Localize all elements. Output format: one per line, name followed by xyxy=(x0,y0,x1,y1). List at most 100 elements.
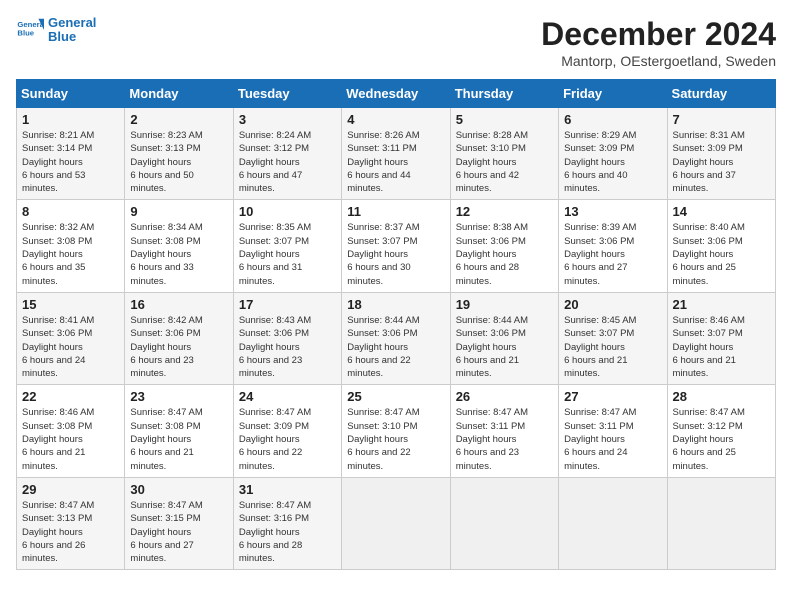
day-number: 11 xyxy=(347,204,444,219)
table-cell: 4 Sunrise: 8:26 AM Sunset: 3:11 PM Dayli… xyxy=(342,108,450,200)
table-cell: 2 Sunrise: 8:23 AM Sunset: 3:13 PM Dayli… xyxy=(125,108,233,200)
month-title: December 2024 xyxy=(541,16,776,53)
day-number: 18 xyxy=(347,297,444,312)
table-cell: 28 Sunrise: 8:47 AM Sunset: 3:12 PM Dayl… xyxy=(667,385,775,477)
calendar-row: 29 Sunrise: 8:47 AM Sunset: 3:13 PM Dayl… xyxy=(17,477,776,569)
day-info: Sunrise: 8:28 AM Sunset: 3:10 PM Dayligh… xyxy=(456,129,553,195)
table-cell: 26 Sunrise: 8:47 AM Sunset: 3:11 PM Dayl… xyxy=(450,385,558,477)
day-number: 27 xyxy=(564,389,661,404)
day-info: Sunrise: 8:46 AM Sunset: 3:07 PM Dayligh… xyxy=(673,314,770,380)
title-area: December 2024 Mantorp, OEstergoetland, S… xyxy=(541,16,776,69)
table-cell: 14 Sunrise: 8:40 AM Sunset: 3:06 PM Dayl… xyxy=(667,200,775,292)
day-info: Sunrise: 8:47 AM Sunset: 3:08 PM Dayligh… xyxy=(130,406,227,472)
table-cell xyxy=(667,477,775,569)
day-info: Sunrise: 8:46 AM Sunset: 3:08 PM Dayligh… xyxy=(22,406,119,472)
table-cell: 7 Sunrise: 8:31 AM Sunset: 3:09 PM Dayli… xyxy=(667,108,775,200)
table-cell: 19 Sunrise: 8:44 AM Sunset: 3:06 PM Dayl… xyxy=(450,292,558,384)
day-number: 5 xyxy=(456,112,553,127)
table-cell: 25 Sunrise: 8:47 AM Sunset: 3:10 PM Dayl… xyxy=(342,385,450,477)
day-info: Sunrise: 8:23 AM Sunset: 3:13 PM Dayligh… xyxy=(130,129,227,195)
table-cell: 11 Sunrise: 8:37 AM Sunset: 3:07 PM Dayl… xyxy=(342,200,450,292)
col-tuesday: Tuesday xyxy=(233,80,341,108)
day-number: 15 xyxy=(22,297,119,312)
day-number: 1 xyxy=(22,112,119,127)
day-info: Sunrise: 8:39 AM Sunset: 3:06 PM Dayligh… xyxy=(564,221,661,287)
day-number: 25 xyxy=(347,389,444,404)
table-cell: 1 Sunrise: 8:21 AM Sunset: 3:14 PM Dayli… xyxy=(17,108,125,200)
day-number: 10 xyxy=(239,204,336,219)
col-saturday: Saturday xyxy=(667,80,775,108)
table-cell: 31 Sunrise: 8:47 AM Sunset: 3:16 PM Dayl… xyxy=(233,477,341,569)
day-number: 29 xyxy=(22,482,119,497)
logo-icon: General Blue xyxy=(16,16,44,44)
day-info: Sunrise: 8:45 AM Sunset: 3:07 PM Dayligh… xyxy=(564,314,661,380)
day-info: Sunrise: 8:47 AM Sunset: 3:16 PM Dayligh… xyxy=(239,499,336,565)
table-cell: 6 Sunrise: 8:29 AM Sunset: 3:09 PM Dayli… xyxy=(559,108,667,200)
day-number: 22 xyxy=(22,389,119,404)
day-info: Sunrise: 8:44 AM Sunset: 3:06 PM Dayligh… xyxy=(456,314,553,380)
calendar-header-row: Sunday Monday Tuesday Wednesday Thursday… xyxy=(17,80,776,108)
day-info: Sunrise: 8:26 AM Sunset: 3:11 PM Dayligh… xyxy=(347,129,444,195)
table-cell: 10 Sunrise: 8:35 AM Sunset: 3:07 PM Dayl… xyxy=(233,200,341,292)
day-number: 2 xyxy=(130,112,227,127)
calendar-row: 1 Sunrise: 8:21 AM Sunset: 3:14 PM Dayli… xyxy=(17,108,776,200)
page-header: General Blue GeneralBlue December 2024 M… xyxy=(16,16,776,69)
table-cell xyxy=(342,477,450,569)
day-info: Sunrise: 8:37 AM Sunset: 3:07 PM Dayligh… xyxy=(347,221,444,287)
day-number: 21 xyxy=(673,297,770,312)
table-cell: 17 Sunrise: 8:43 AM Sunset: 3:06 PM Dayl… xyxy=(233,292,341,384)
table-cell: 29 Sunrise: 8:47 AM Sunset: 3:13 PM Dayl… xyxy=(17,477,125,569)
table-cell: 5 Sunrise: 8:28 AM Sunset: 3:10 PM Dayli… xyxy=(450,108,558,200)
day-number: 17 xyxy=(239,297,336,312)
day-info: Sunrise: 8:47 AM Sunset: 3:13 PM Dayligh… xyxy=(22,499,119,565)
day-number: 26 xyxy=(456,389,553,404)
day-info: Sunrise: 8:47 AM Sunset: 3:11 PM Dayligh… xyxy=(456,406,553,472)
table-cell: 16 Sunrise: 8:42 AM Sunset: 3:06 PM Dayl… xyxy=(125,292,233,384)
col-friday: Friday xyxy=(559,80,667,108)
day-info: Sunrise: 8:44 AM Sunset: 3:06 PM Dayligh… xyxy=(347,314,444,380)
table-cell xyxy=(559,477,667,569)
day-info: Sunrise: 8:31 AM Sunset: 3:09 PM Dayligh… xyxy=(673,129,770,195)
table-cell: 22 Sunrise: 8:46 AM Sunset: 3:08 PM Dayl… xyxy=(17,385,125,477)
calendar-table: Sunday Monday Tuesday Wednesday Thursday… xyxy=(16,79,776,570)
day-number: 19 xyxy=(456,297,553,312)
day-number: 9 xyxy=(130,204,227,219)
day-info: Sunrise: 8:43 AM Sunset: 3:06 PM Dayligh… xyxy=(239,314,336,380)
day-info: Sunrise: 8:47 AM Sunset: 3:09 PM Dayligh… xyxy=(239,406,336,472)
day-info: Sunrise: 8:40 AM Sunset: 3:06 PM Dayligh… xyxy=(673,221,770,287)
day-number: 20 xyxy=(564,297,661,312)
day-number: 6 xyxy=(564,112,661,127)
day-number: 23 xyxy=(130,389,227,404)
day-info: Sunrise: 8:29 AM Sunset: 3:09 PM Dayligh… xyxy=(564,129,661,195)
col-monday: Monday xyxy=(125,80,233,108)
day-info: Sunrise: 8:47 AM Sunset: 3:11 PM Dayligh… xyxy=(564,406,661,472)
day-info: Sunrise: 8:24 AM Sunset: 3:12 PM Dayligh… xyxy=(239,129,336,195)
day-info: Sunrise: 8:38 AM Sunset: 3:06 PM Dayligh… xyxy=(456,221,553,287)
logo-text: GeneralBlue xyxy=(48,16,96,45)
day-number: 8 xyxy=(22,204,119,219)
table-cell: 18 Sunrise: 8:44 AM Sunset: 3:06 PM Dayl… xyxy=(342,292,450,384)
day-info: Sunrise: 8:32 AM Sunset: 3:08 PM Dayligh… xyxy=(22,221,119,287)
day-number: 12 xyxy=(456,204,553,219)
table-cell: 24 Sunrise: 8:47 AM Sunset: 3:09 PM Dayl… xyxy=(233,385,341,477)
table-cell: 20 Sunrise: 8:45 AM Sunset: 3:07 PM Dayl… xyxy=(559,292,667,384)
table-cell: 15 Sunrise: 8:41 AM Sunset: 3:06 PM Dayl… xyxy=(17,292,125,384)
day-number: 7 xyxy=(673,112,770,127)
day-number: 4 xyxy=(347,112,444,127)
location-title: Mantorp, OEstergoetland, Sweden xyxy=(541,53,776,69)
col-sunday: Sunday xyxy=(17,80,125,108)
day-number: 24 xyxy=(239,389,336,404)
calendar-row: 15 Sunrise: 8:41 AM Sunset: 3:06 PM Dayl… xyxy=(17,292,776,384)
col-wednesday: Wednesday xyxy=(342,80,450,108)
logo: General Blue GeneralBlue xyxy=(16,16,96,45)
table-cell: 30 Sunrise: 8:47 AM Sunset: 3:15 PM Dayl… xyxy=(125,477,233,569)
svg-text:Blue: Blue xyxy=(17,29,34,38)
table-cell: 21 Sunrise: 8:46 AM Sunset: 3:07 PM Dayl… xyxy=(667,292,775,384)
table-cell: 23 Sunrise: 8:47 AM Sunset: 3:08 PM Dayl… xyxy=(125,385,233,477)
day-info: Sunrise: 8:47 AM Sunset: 3:12 PM Dayligh… xyxy=(673,406,770,472)
day-number: 28 xyxy=(673,389,770,404)
col-thursday: Thursday xyxy=(450,80,558,108)
table-cell: 12 Sunrise: 8:38 AM Sunset: 3:06 PM Dayl… xyxy=(450,200,558,292)
table-cell: 9 Sunrise: 8:34 AM Sunset: 3:08 PM Dayli… xyxy=(125,200,233,292)
day-info: Sunrise: 8:42 AM Sunset: 3:06 PM Dayligh… xyxy=(130,314,227,380)
